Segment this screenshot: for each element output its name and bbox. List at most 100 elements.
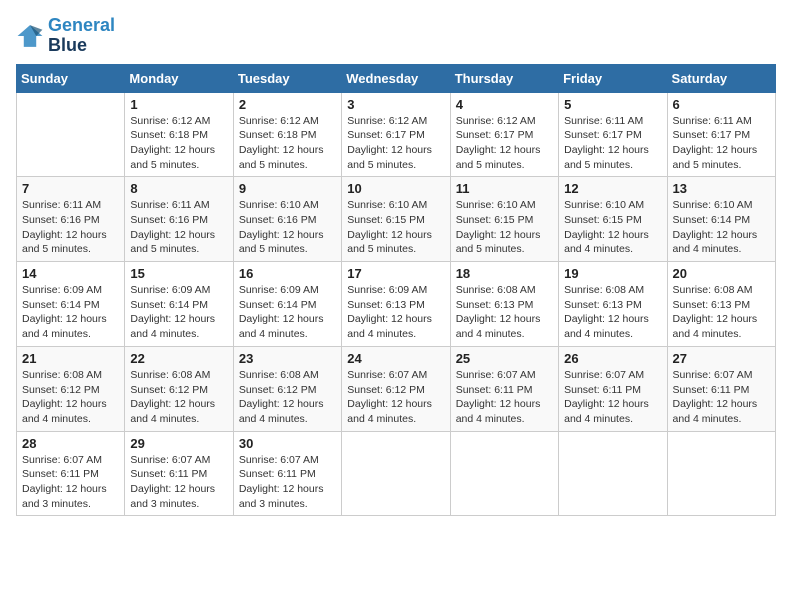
day-info: Sunrise: 6:12 AMSunset: 6:18 PMDaylight:… <box>130 114 227 173</box>
calendar-cell: 7 Sunrise: 6:11 AMSunset: 6:16 PMDaylight… <box>17 177 125 262</box>
day-number: 7 <box>22 181 119 196</box>
day-info: Sunrise: 6:09 AMSunset: 6:14 PMDaylight:… <box>239 283 336 342</box>
day-number: 21 <box>22 351 119 366</box>
calendar-cell: 11 Sunrise: 6:10 AMSunset: 6:15 PMDayligh… <box>450 177 558 262</box>
day-info: Sunrise: 6:09 AMSunset: 6:14 PMDaylight:… <box>22 283 119 342</box>
day-info: Sunrise: 6:10 AMSunset: 6:16 PMDaylight:… <box>239 198 336 257</box>
day-info: Sunrise: 6:08 AMSunset: 6:13 PMDaylight:… <box>673 283 770 342</box>
day-info: Sunrise: 6:08 AMSunset: 6:12 PMDaylight:… <box>130 368 227 427</box>
column-header-wednesday: Wednesday <box>342 64 450 92</box>
logo-icon <box>16 22 44 50</box>
calendar-week-row: 28 Sunrise: 6:07 AMSunset: 6:11 PMDayligh… <box>17 431 776 516</box>
day-info: Sunrise: 6:12 AMSunset: 6:17 PMDaylight:… <box>456 114 553 173</box>
calendar-cell: 17Sunrise: 6:09 AMSunset: 6:13 PMDayligh… <box>342 262 450 347</box>
day-info: Sunrise: 6:10 AMSunset: 6:15 PMDaylight:… <box>347 198 444 257</box>
logo-text: GeneralBlue <box>48 16 115 56</box>
calendar-week-row: 14Sunrise: 6:09 AMSunset: 6:14 PMDayligh… <box>17 262 776 347</box>
day-info: Sunrise: 6:07 AMSunset: 6:11 PMDaylight:… <box>673 368 770 427</box>
calendar-cell <box>667 431 775 516</box>
calendar-cell: 13Sunrise: 6:10 AMSunset: 6:14 PMDayligh… <box>667 177 775 262</box>
logo: GeneralBlue <box>16 16 115 56</box>
day-number: 20 <box>673 266 770 281</box>
calendar-cell <box>342 431 450 516</box>
day-info: Sunrise: 6:11 AMSunset: 6:16 PMDaylight:… <box>22 198 119 257</box>
calendar-cell: 18 Sunrise: 6:08 AMSunset: 6:13 PMDayligh… <box>450 262 558 347</box>
calendar-cell: 12 Sunrise: 6:10 AMSunset: 6:15 PMDayligh… <box>559 177 667 262</box>
column-header-friday: Friday <box>559 64 667 92</box>
calendar-cell <box>559 431 667 516</box>
day-info: Sunrise: 6:08 AMSunset: 6:12 PMDaylight:… <box>22 368 119 427</box>
day-number: 10 <box>347 181 444 196</box>
day-info: Sunrise: 6:07 AMSunset: 6:11 PMDaylight:… <box>564 368 661 427</box>
column-header-tuesday: Tuesday <box>233 64 341 92</box>
day-number: 16 <box>239 266 336 281</box>
day-info: Sunrise: 6:08 AMSunset: 6:13 PMDaylight:… <box>564 283 661 342</box>
calendar-cell: 16 Sunrise: 6:09 AMSunset: 6:14 PMDayligh… <box>233 262 341 347</box>
day-info: Sunrise: 6:10 AMSunset: 6:15 PMDaylight:… <box>564 198 661 257</box>
calendar-header-row: SundayMondayTuesdayWednesdayThursdayFrid… <box>17 64 776 92</box>
day-number: 24 <box>347 351 444 366</box>
day-number: 1 <box>130 97 227 112</box>
calendar-cell: 4 Sunrise: 6:12 AMSunset: 6:17 PMDaylight… <box>450 92 558 177</box>
day-number: 29 <box>130 436 227 451</box>
calendar-cell: 10 Sunrise: 6:10 AMSunset: 6:15 PMDayligh… <box>342 177 450 262</box>
calendar-cell: 20 Sunrise: 6:08 AMSunset: 6:13 PMDayligh… <box>667 262 775 347</box>
page-header: GeneralBlue <box>16 16 776 56</box>
calendar-cell <box>17 92 125 177</box>
day-number: 28 <box>22 436 119 451</box>
calendar-cell: 1 Sunrise: 6:12 AMSunset: 6:18 PMDaylight… <box>125 92 233 177</box>
day-number: 19 <box>564 266 661 281</box>
calendar-cell: 30 Sunrise: 6:07 AMSunset: 6:11 PMDayligh… <box>233 431 341 516</box>
column-header-thursday: Thursday <box>450 64 558 92</box>
calendar-cell: 23Sunrise: 6:08 AMSunset: 6:12 PMDayligh… <box>233 346 341 431</box>
day-info: Sunrise: 6:07 AMSunset: 6:11 PMDaylight:… <box>130 453 227 512</box>
calendar-cell: 15 Sunrise: 6:09 AMSunset: 6:14 PMDayligh… <box>125 262 233 347</box>
calendar-cell: 29 Sunrise: 6:07 AMSunset: 6:11 PMDayligh… <box>125 431 233 516</box>
calendar-cell: 19 Sunrise: 6:08 AMSunset: 6:13 PMDayligh… <box>559 262 667 347</box>
day-number: 9 <box>239 181 336 196</box>
calendar-cell: 25Sunrise: 6:07 AMSunset: 6:11 PMDayligh… <box>450 346 558 431</box>
column-header-monday: Monday <box>125 64 233 92</box>
calendar-cell: 9 Sunrise: 6:10 AMSunset: 6:16 PMDaylight… <box>233 177 341 262</box>
day-number: 18 <box>456 266 553 281</box>
calendar-cell: 22 Sunrise: 6:08 AMSunset: 6:12 PMDayligh… <box>125 346 233 431</box>
day-number: 8 <box>130 181 227 196</box>
calendar-cell: 3 Sunrise: 6:12 AMSunset: 6:17 PMDaylight… <box>342 92 450 177</box>
calendar-cell: 14Sunrise: 6:09 AMSunset: 6:14 PMDayligh… <box>17 262 125 347</box>
day-info: Sunrise: 6:07 AMSunset: 6:12 PMDaylight:… <box>347 368 444 427</box>
day-info: Sunrise: 6:07 AMSunset: 6:11 PMDaylight:… <box>22 453 119 512</box>
day-info: Sunrise: 6:07 AMSunset: 6:11 PMDaylight:… <box>456 368 553 427</box>
day-number: 27 <box>673 351 770 366</box>
day-info: Sunrise: 6:11 AMSunset: 6:16 PMDaylight:… <box>130 198 227 257</box>
day-info: Sunrise: 6:09 AMSunset: 6:13 PMDaylight:… <box>347 283 444 342</box>
calendar-cell: 27 Sunrise: 6:07 AMSunset: 6:11 PMDayligh… <box>667 346 775 431</box>
day-info: Sunrise: 6:11 AMSunset: 6:17 PMDaylight:… <box>564 114 661 173</box>
calendar-table: SundayMondayTuesdayWednesdayThursdayFrid… <box>16 64 776 517</box>
calendar-cell: 24 Sunrise: 6:07 AMSunset: 6:12 PMDayligh… <box>342 346 450 431</box>
calendar-week-row: 1 Sunrise: 6:12 AMSunset: 6:18 PMDaylight… <box>17 92 776 177</box>
day-info: Sunrise: 6:12 AMSunset: 6:17 PMDaylight:… <box>347 114 444 173</box>
day-number: 12 <box>564 181 661 196</box>
column-header-sunday: Sunday <box>17 64 125 92</box>
day-number: 22 <box>130 351 227 366</box>
day-info: Sunrise: 6:10 AMSunset: 6:15 PMDaylight:… <box>456 198 553 257</box>
calendar-cell <box>450 431 558 516</box>
day-number: 5 <box>564 97 661 112</box>
day-info: Sunrise: 6:08 AMSunset: 6:13 PMDaylight:… <box>456 283 553 342</box>
day-info: Sunrise: 6:07 AMSunset: 6:11 PMDaylight:… <box>239 453 336 512</box>
calendar-cell: 6Sunrise: 6:11 AMSunset: 6:17 PMDaylight… <box>667 92 775 177</box>
day-number: 3 <box>347 97 444 112</box>
day-number: 2 <box>239 97 336 112</box>
day-number: 15 <box>130 266 227 281</box>
day-number: 23 <box>239 351 336 366</box>
day-number: 4 <box>456 97 553 112</box>
day-number: 30 <box>239 436 336 451</box>
day-number: 6 <box>673 97 770 112</box>
calendar-cell: 2Sunrise: 6:12 AMSunset: 6:18 PMDaylight… <box>233 92 341 177</box>
day-number: 11 <box>456 181 553 196</box>
calendar-cell: 21 Sunrise: 6:08 AMSunset: 6:12 PMDayligh… <box>17 346 125 431</box>
calendar-cell: 28 Sunrise: 6:07 AMSunset: 6:11 PMDayligh… <box>17 431 125 516</box>
day-info: Sunrise: 6:09 AMSunset: 6:14 PMDaylight:… <box>130 283 227 342</box>
calendar-cell: 26 Sunrise: 6:07 AMSunset: 6:11 PMDayligh… <box>559 346 667 431</box>
day-number: 26 <box>564 351 661 366</box>
